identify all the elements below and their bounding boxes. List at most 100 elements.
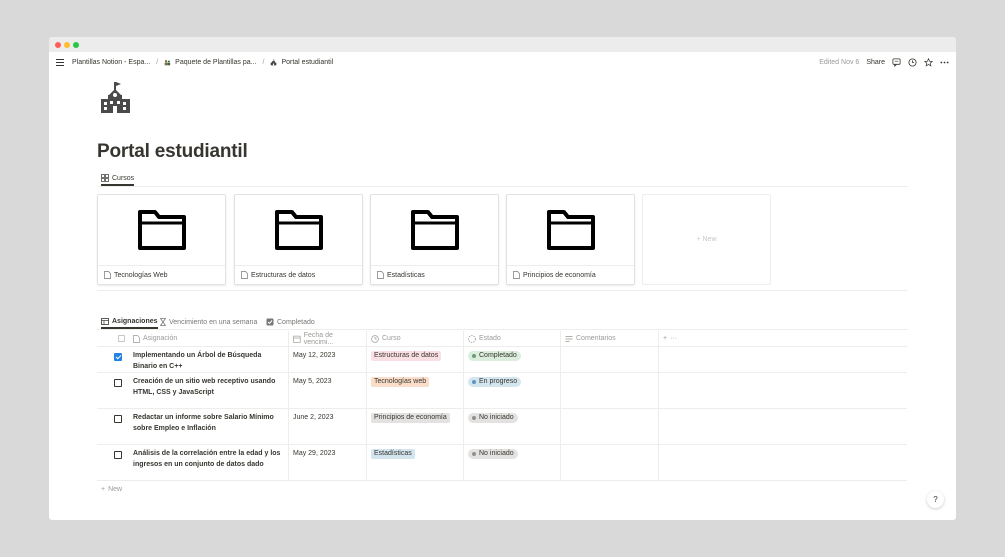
course-card[interactable]: Principios de economía [506,194,635,285]
column-header-comentarios[interactable]: Comentarios [561,331,659,346]
add-column-icon[interactable]: + [663,335,667,342]
comment-icon[interactable] [892,58,901,67]
status-label: En progreso [479,378,518,385]
folder-icon [274,210,323,250]
status-cell[interactable]: Completado [464,347,561,372]
column-header-curso[interactable]: Curso [367,331,464,346]
status-badge: No iniciado [468,413,518,423]
new-card-button[interactable]: + New [642,194,771,285]
gallery-icon [101,174,109,182]
column-header-asignacion[interactable]: Asignación [129,331,289,346]
relation-icon [371,334,379,343]
course-cell[interactable]: Tecnologías web [367,373,464,408]
breadcrumb-item[interactable]: Plantillas Notion - Espa... [72,59,150,66]
close-window-button[interactable] [55,42,61,48]
column-label: Fecha de vencimi... [303,331,334,346]
column-header-fecha[interactable]: Fecha de vencimi... [289,331,367,346]
course-cell[interactable]: Estructuras de datos [367,347,464,372]
help-button[interactable]: ? [927,491,944,508]
tab-cursos[interactable]: Cursos [101,172,135,186]
assignment-cell[interactable]: Creación de un sitio web receptivo usand… [129,373,289,408]
comments-cell[interactable] [561,373,659,408]
page-actions: Edited Nov 6 Share [819,58,949,67]
breadcrumb-separator: / [262,59,265,66]
share-button[interactable]: Share [866,59,885,66]
card-caption: Tecnologías Web [104,271,168,279]
page-icon [513,271,520,279]
notion-window: Plantillas Notion - Espa... / Paquete de… [49,37,956,520]
done-checkbox[interactable] [114,353,122,361]
courses-gallery: Tecnologías Web Estructuras de datos Est… [97,194,907,291]
assignment-cell[interactable]: Redactar un informe sobre Salario Mínimo… [129,409,289,444]
status-dot-icon [472,452,476,456]
due-date: May 5, 2023 [293,378,332,385]
status-badge: En progreso [468,377,522,387]
comments-cell[interactable] [561,445,659,480]
card-title: Principios de economía [523,271,596,279]
new-row-button[interactable]: + New [97,481,907,498]
course-card[interactable]: Estructuras de datos [234,194,363,285]
breadcrumb-item[interactable]: Paquete de Plantillas pa... [175,59,256,66]
done-checkbox[interactable] [114,451,122,459]
date-cell[interactable]: May 12, 2023 [289,347,367,372]
tab-completado[interactable]: Completado [266,315,315,329]
minimize-window-button[interactable] [64,42,70,48]
assignment-name: Implementando un Árbol de Búsqueda Binar… [133,352,262,370]
clock-icon[interactable] [908,58,917,67]
course-card[interactable]: Tecnologías Web [97,194,226,285]
done-checkbox[interactable] [114,379,122,387]
menu-icon[interactable] [56,59,64,68]
more-icon[interactable] [940,58,949,67]
checkbox-icon [118,335,125,342]
tab-label: Cursos [112,174,135,182]
school-icon[interactable] [100,82,131,113]
table-row[interactable]: Redactar un informe sobre Salario Mínimo… [97,409,907,445]
status-badge: Completado [468,351,521,361]
assignment-cell[interactable]: Análisis de la correlación entre la edad… [129,445,289,480]
tab-asignaciones[interactable]: Asignaciones [101,315,158,329]
people-icon [164,59,171,66]
star-icon[interactable] [924,58,933,67]
course-cell[interactable]: Estadísticas [367,445,464,480]
row-checkbox-cell [97,445,129,480]
card-title: Estructuras de datos [251,271,316,279]
card-title: Tecnologías Web [114,271,168,279]
course-tag: Principios de economía [371,413,450,423]
table-row[interactable]: Creación de un sitio web receptivo usand… [97,373,907,409]
column-header-estado[interactable]: Estado [464,331,561,346]
header-checkbox-cell [97,331,129,346]
row-checkbox-cell [97,347,129,372]
table-row[interactable]: Análisis de la correlación entre la edad… [97,445,907,481]
card-cover [371,195,498,266]
status-label: No iniciado [479,414,514,421]
page-icon [377,271,384,279]
status-cell[interactable]: En progreso [464,373,561,408]
more-icon[interactable]: ··· [670,335,677,342]
done-checkbox[interactable] [114,415,122,423]
table-row[interactable]: Implementando un Árbol de Búsqueda Binar… [97,347,907,373]
status-icon [468,334,476,343]
tab-vencimiento[interactable]: Vencimiento en una semana [160,315,257,329]
breadcrumb-separator: / [156,59,159,66]
page-icon [241,271,248,279]
status-cell[interactable]: No iniciado [464,445,561,480]
breadcrumb-item-current[interactable]: Portal estudiantil [281,59,333,66]
row-checkbox-cell [97,373,129,408]
card-caption: Principios de economía [513,271,596,279]
maximize-window-button[interactable] [73,42,79,48]
comments-cell[interactable] [561,347,659,372]
text-icon [565,335,573,342]
breadcrumb: Plantillas Notion - Espa... / Paquete de… [72,59,333,66]
date-cell[interactable]: May 29, 2023 [289,445,367,480]
course-card[interactable]: Estadísticas [370,194,499,285]
assignment-cell[interactable]: Implementando un Árbol de Búsqueda Binar… [129,347,289,372]
new-row-label: New [108,486,123,493]
course-cell[interactable]: Principios de economía [367,409,464,444]
comments-cell[interactable] [561,409,659,444]
status-cell[interactable]: No iniciado [464,409,561,444]
date-cell[interactable]: June 2, 2023 [289,409,367,444]
page-title[interactable]: Portal estudiantil [97,141,248,163]
date-cell[interactable]: May 5, 2023 [289,373,367,408]
table-view-tabs: Asignaciones Vencimiento en una semana C… [97,315,908,330]
folder-icon [137,210,186,250]
